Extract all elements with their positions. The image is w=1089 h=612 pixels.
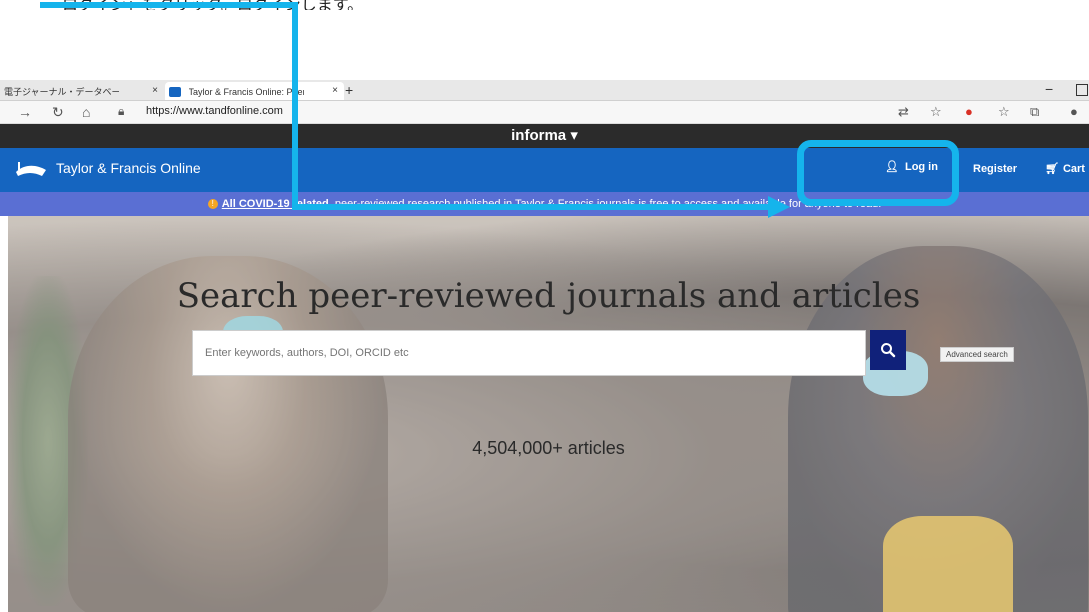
translate-icon[interactable]: ⇄ — [898, 104, 909, 120]
tab-tandf-label: Taylor & Francis Online: Peer-rev — [188, 86, 304, 97]
back-arrow-icon[interactable]: → — [18, 104, 32, 120]
cart-icon: 🛒︎ — [1045, 163, 1059, 175]
search-input[interactable] — [193, 331, 863, 375]
logo-text[interactable]: Taylor & Francis Online — [56, 160, 201, 176]
tab-library[interactable]: 電子ジャーナル・データベース|滋賀大学 × — [0, 82, 164, 100]
profile-icon[interactable]: ● — [1070, 104, 1078, 120]
hero-title: Search peer-reviewed journals and articl… — [176, 276, 921, 316]
home-icon[interactable]: ⌂ — [82, 104, 90, 120]
register-link[interactable]: Register — [973, 163, 1017, 175]
search-icon — [881, 343, 896, 358]
tab-library-label: 電子ジャーナル・データベース|滋賀大学 — [4, 86, 119, 97]
annotation-line — [292, 2, 298, 210]
cart-link[interactable]: 🛒︎ Cart — [1045, 162, 1085, 175]
extension-icon[interactable]: ● — [965, 104, 973, 120]
advanced-search-button[interactable]: Advanced search — [940, 347, 1014, 362]
cart-label: Cart — [1062, 163, 1085, 175]
url-field[interactable]: 🔒︎ https://www.tandfonline.com — [118, 104, 868, 120]
annotation-arrow-icon — [768, 196, 790, 218]
annotation-line — [292, 204, 770, 210]
address-bar-row: → ↻ ⌂ 🔒︎ https://www.tandfonline.com ⇄ ☆… — [0, 101, 1089, 124]
lock-icon: 🔒︎ — [118, 104, 125, 118]
logo-icon[interactable] — [14, 158, 48, 182]
hero-section: Search peer-reviewed journals and articl… — [8, 216, 1089, 612]
annotation-highlight-box — [797, 140, 959, 206]
close-icon[interactable]: × — [152, 82, 158, 100]
info-icon: ! — [207, 199, 218, 210]
star-icon[interactable]: ☆ — [930, 104, 942, 120]
search-button[interactable] — [870, 330, 906, 370]
close-icon[interactable]: × — [332, 82, 338, 100]
favicon-icon — [169, 86, 181, 97]
refresh-icon[interactable]: ↻ — [52, 104, 64, 120]
favorites-icon[interactable]: ☆ — [998, 104, 1010, 120]
minimize-button[interactable]: − — [1045, 80, 1053, 100]
tab-tandf[interactable]: Taylor & Francis Online: Peer-rev × — [165, 82, 344, 100]
collections-icon[interactable]: ⧉ — [1030, 104, 1039, 120]
annotation-line — [40, 2, 298, 8]
article-count: 4,504,000+ articles — [472, 438, 625, 458]
new-tab-button[interactable]: + — [345, 80, 353, 100]
maximize-button[interactable] — [1076, 84, 1088, 96]
tab-strip: 電子ジャーナル・データベース|滋賀大学 × Taylor & Francis O… — [0, 80, 1089, 101]
url-text: https://www.tandfonline.com — [146, 105, 283, 117]
search-box — [192, 330, 866, 376]
informa-menu[interactable]: informa ▾ — [511, 127, 578, 144]
